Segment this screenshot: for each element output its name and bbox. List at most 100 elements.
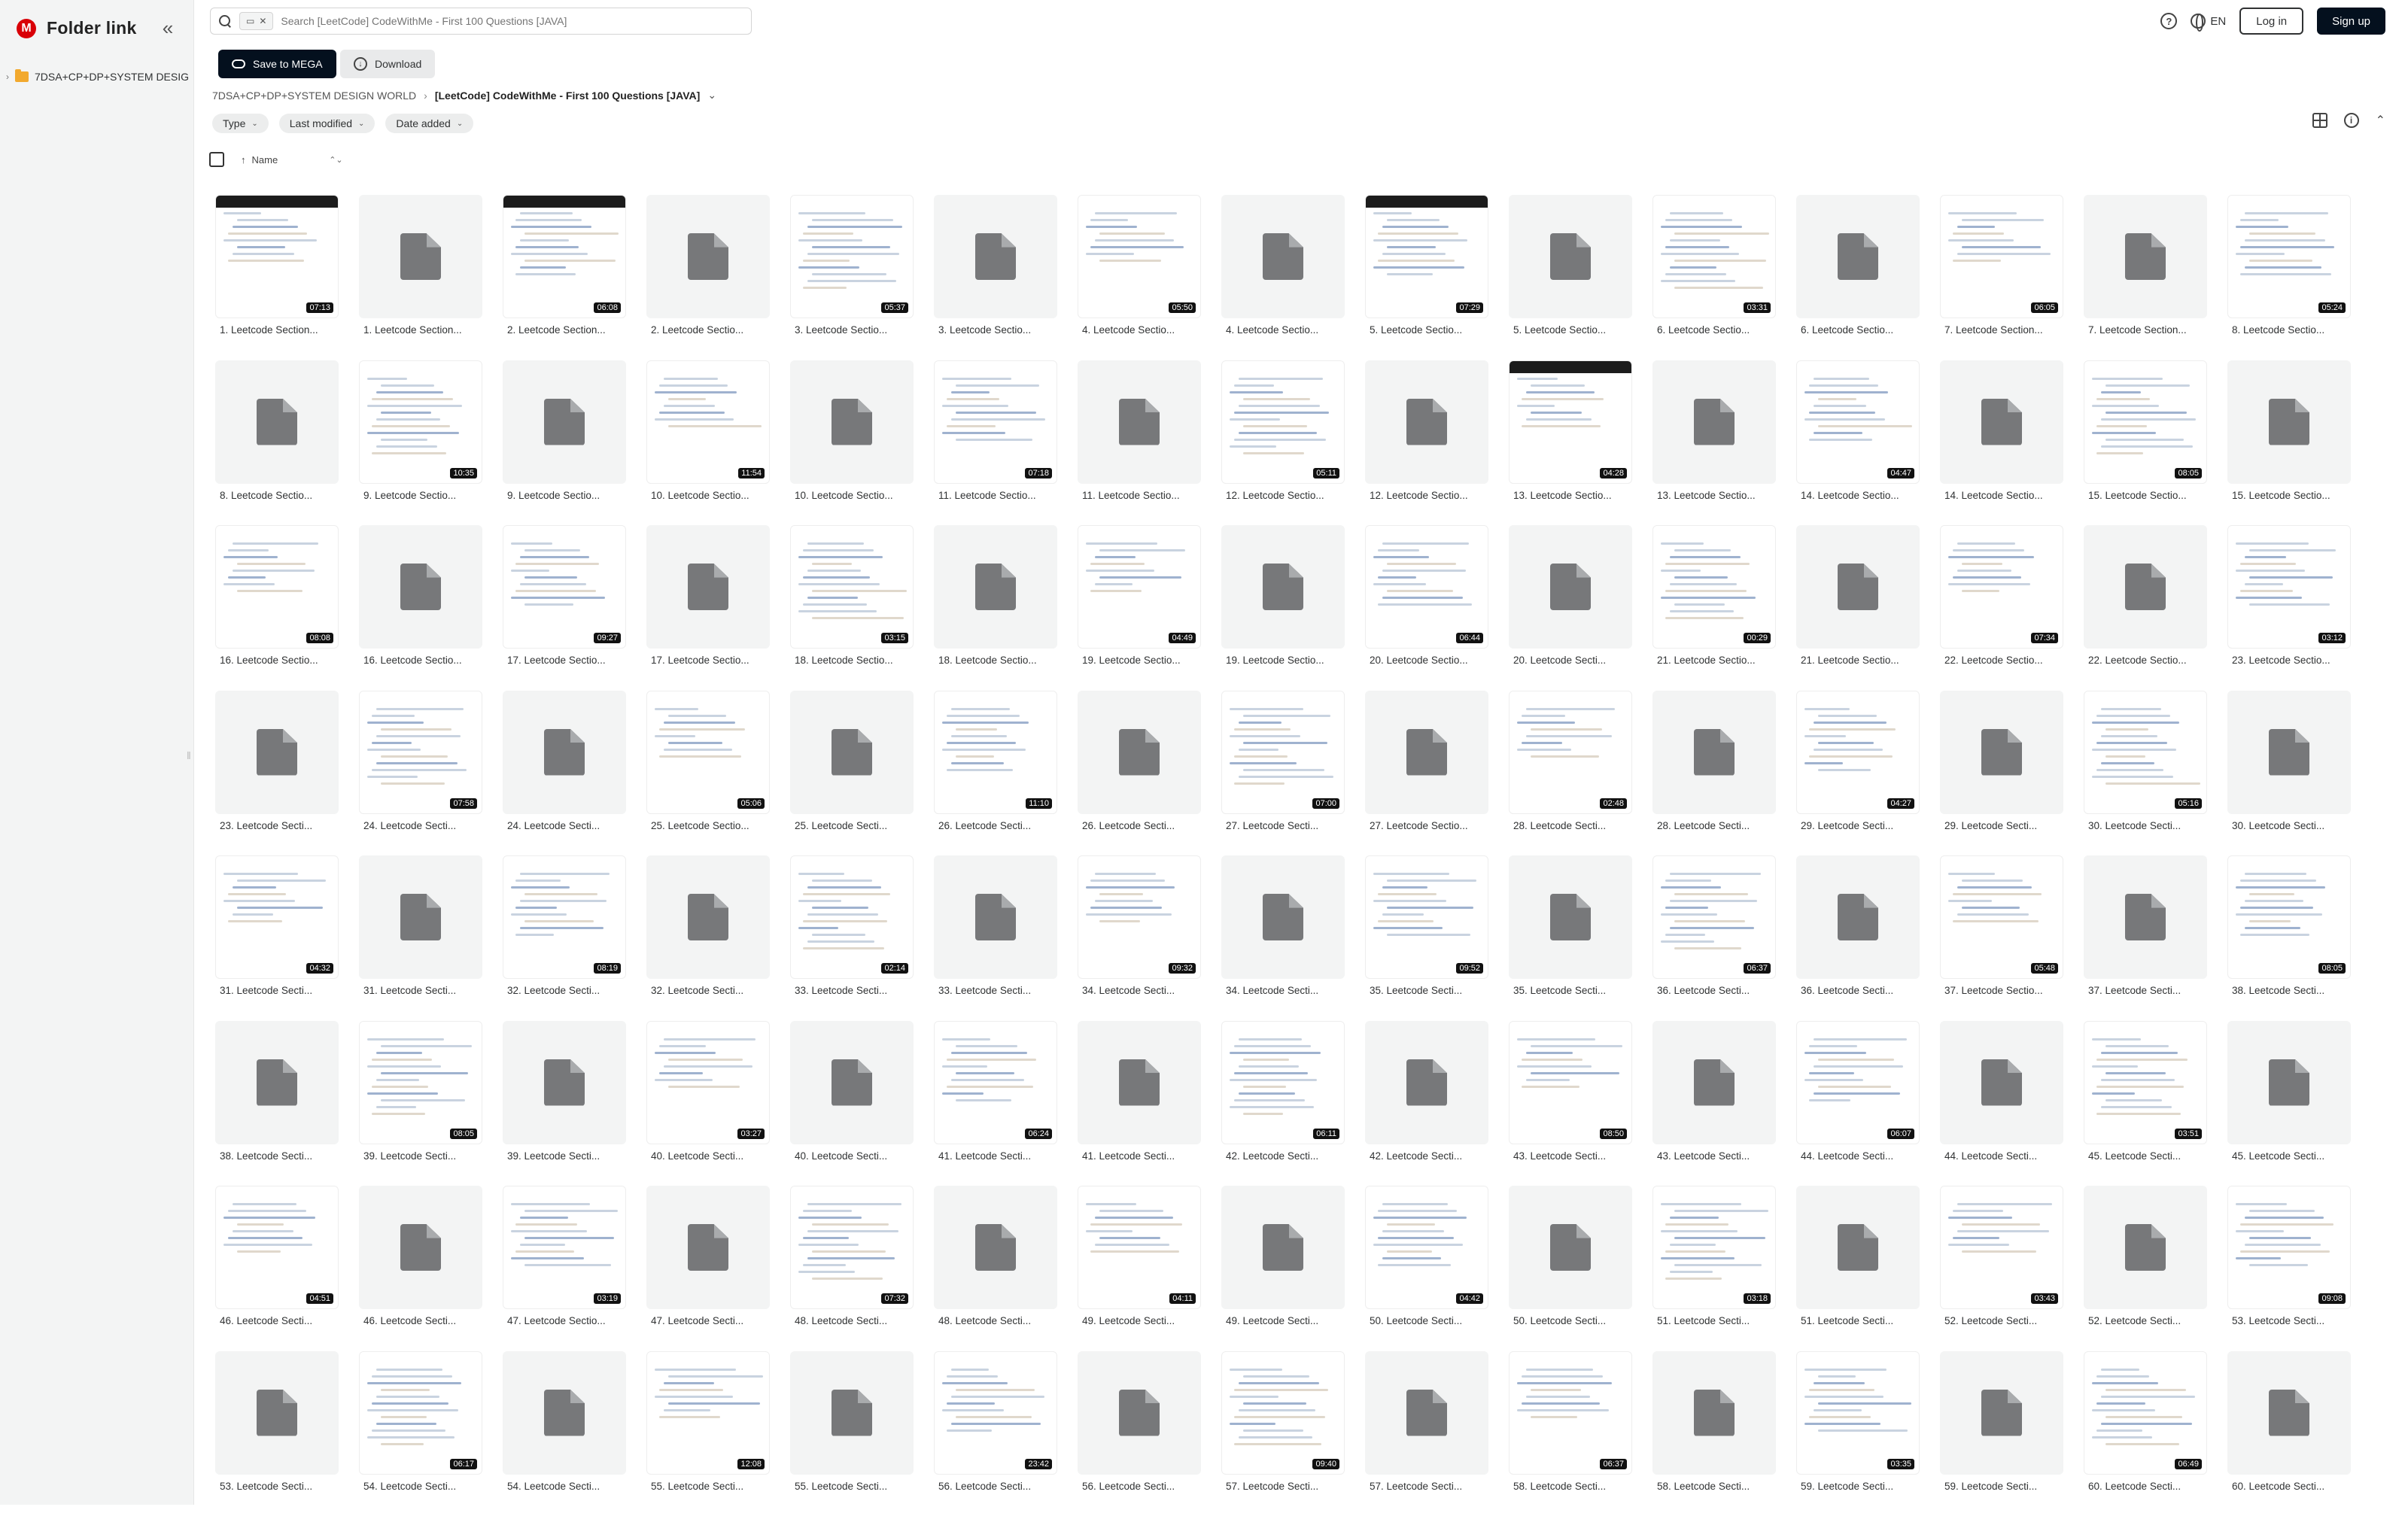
file-tile[interactable]: 22. Leetcode Sectio... [2084,525,2207,691]
info-icon[interactable]: i [2344,113,2359,128]
file-thumbnail[interactable] [359,195,482,318]
file-tile[interactable]: 60. Leetcode Secti... [2227,1351,2351,1516]
file-name[interactable]: 46. Leetcode Secti... [359,1315,482,1326]
video-thumbnail[interactable]: 07:00 [1221,691,1345,814]
file-name[interactable]: 16. Leetcode Sectio... [359,655,482,666]
video-tile[interactable]: 03:43 52. Leetcode Secti... [1940,1186,2063,1351]
file-name[interactable]: 9. Leetcode Sectio... [359,490,482,501]
file-tile[interactable]: 29. Leetcode Secti... [1940,691,2063,856]
file-name[interactable]: 60. Leetcode Secti... [2227,1481,2351,1492]
file-tile[interactable]: 41. Leetcode Secti... [1078,1021,1201,1186]
file-thumbnail[interactable] [215,360,339,484]
file-name[interactable]: 52. Leetcode Secti... [1940,1315,2063,1326]
file-thumbnail[interactable] [1940,1351,2063,1475]
file-thumbnail[interactable] [1940,691,2063,814]
file-thumbnail[interactable] [359,525,482,649]
video-tile[interactable]: 05:248. Leetcode Sectio... [2227,195,2351,360]
file-name[interactable]: 37. Leetcode Secti... [2084,985,2207,996]
file-name[interactable]: 21. Leetcode Sectio... [1652,655,1776,666]
file-name[interactable]: 22. Leetcode Sectio... [2084,655,2207,666]
video-thumbnail[interactable]: 09:52 [1365,855,1488,979]
video-thumbnail[interactable]: 06:17 [359,1351,482,1475]
file-thumbnail[interactable] [646,195,770,318]
video-thumbnail[interactable]: 00:29 [1652,525,1776,649]
video-tile[interactable]: 07:1811. Leetcode Sectio... [934,360,1057,526]
file-name[interactable]: 45. Leetcode Secti... [2227,1150,2351,1162]
file-tile[interactable]: 37. Leetcode Secti... [2084,855,2207,1021]
video-tile[interactable]: 08:0539. Leetcode Secti... [359,1021,482,1186]
file-name[interactable]: 1. Leetcode Section... [215,324,339,336]
video-tile[interactable]: 11:5410. Leetcode Sectio... [646,360,770,526]
file-tile[interactable]: 59. Leetcode Secti... [1940,1351,2063,1516]
file-name[interactable]: 49. Leetcode Secti... [1221,1315,1345,1326]
file-thumbnail[interactable] [790,1351,914,1475]
video-tile[interactable]: 06:057. Leetcode Section... [1940,195,2063,360]
file-name[interactable]: 30. Leetcode Secti... [2084,820,2207,831]
file-name[interactable]: 32. Leetcode Secti... [503,985,626,996]
file-thumbnail[interactable] [215,1021,339,1144]
video-tile[interactable]: 09:4057. Leetcode Secti... [1221,1351,1345,1516]
file-name[interactable]: 60. Leetcode Secti... [2084,1481,2207,1492]
file-thumbnail[interactable] [1940,360,2063,484]
video-tile[interactable]: 02:1433. Leetcode Secti... [790,855,914,1021]
video-thumbnail[interactable]: 08:05 [2084,360,2207,484]
video-tile[interactable]: 06:3736. Leetcode Secti... [1652,855,1776,1021]
video-thumbnail[interactable]: 02:14 [790,855,914,979]
video-tile[interactable]: 03:1947. Leetcode Sectio... [503,1186,626,1351]
file-name[interactable]: 40. Leetcode Secti... [646,1150,770,1162]
video-tile[interactable]: 04:2813. Leetcode Sectio... [1509,360,1632,526]
video-tile[interactable]: 04:4919. Leetcode Sectio... [1078,525,1201,691]
video-tile[interactable]: 06:0744. Leetcode Secti... [1796,1021,1920,1186]
file-name[interactable]: 31. Leetcode Secti... [359,985,482,996]
video-thumbnail[interactable]: 03:43 [1940,1186,2063,1309]
file-name[interactable]: 3. Leetcode Sectio... [790,324,914,336]
video-thumbnail[interactable]: 07:18 [934,360,1057,484]
file-thumbnail[interactable] [503,691,626,814]
video-thumbnail[interactable]: 10:35 [359,360,482,484]
file-tile[interactable]: 53. Leetcode Secti... [215,1351,339,1516]
file-name[interactable]: 44. Leetcode Secti... [1940,1150,2063,1162]
file-tile[interactable]: 25. Leetcode Secti... [790,691,914,856]
download-button[interactable]: ↓ Download [340,50,435,78]
video-tile[interactable]: 03:1851. Leetcode Secti... [1652,1186,1776,1351]
file-tile[interactable]: 5. Leetcode Sectio... [1509,195,1632,360]
video-tile[interactable]: 07:131. Leetcode Section... [215,195,339,360]
video-thumbnail[interactable]: 04:49 [1078,525,1201,649]
file-name[interactable]: 54. Leetcode Secti... [503,1481,626,1492]
file-name[interactable]: 14. Leetcode Sectio... [1940,490,2063,501]
file-thumbnail[interactable] [1078,1021,1201,1144]
help-icon[interactable]: ? [2160,13,2177,29]
file-thumbnail[interactable] [646,1186,770,1309]
file-name[interactable]: 20. Leetcode Secti... [1509,655,1632,666]
file-tile[interactable]: 57. Leetcode Secti... [1365,1351,1488,1516]
file-thumbnail[interactable] [790,1021,914,1144]
video-tile[interactable]: 08:0538. Leetcode Secti... [2227,855,2351,1021]
video-tile[interactable]: 00:29 21. Leetcode Sectio... [1652,525,1776,691]
file-name[interactable]: 32. Leetcode Secti... [646,985,770,996]
file-name[interactable]: 23. Leetcode Sectio... [2227,655,2351,666]
file-thumbnail[interactable] [2084,1186,2207,1309]
file-tile[interactable]: 48. Leetcode Secti... [934,1186,1057,1351]
video-tile[interactable]: 07:3248. Leetcode Secti... [790,1186,914,1351]
file-name[interactable]: 14. Leetcode Sectio... [1796,490,1920,501]
file-name[interactable]: 41. Leetcode Secti... [1078,1150,1201,1162]
file-tile[interactable]: 27. Leetcode Sectio... [1365,691,1488,856]
video-thumbnail[interactable]: 07:58 [359,691,482,814]
video-thumbnail[interactable]: 06:11 [1221,1021,1345,1144]
video-thumbnail[interactable]: 05:37 [790,195,914,318]
file-name[interactable]: 26. Leetcode Secti... [934,820,1057,831]
file-name[interactable]: 35. Leetcode Secti... [1365,985,1488,996]
file-thumbnail[interactable] [1509,525,1632,649]
breadcrumb-parent[interactable]: 7DSA+CP+DP+SYSTEM DESIGN WORLD [212,90,416,102]
file-tile[interactable]: 7. Leetcode Section... [2084,195,2207,360]
file-name[interactable]: 29. Leetcode Secti... [1940,820,2063,831]
file-thumbnail[interactable] [1796,855,1920,979]
file-thumbnail[interactable] [1221,855,1345,979]
video-tile[interactable]: 06:3758. Leetcode Secti... [1509,1351,1632,1516]
file-tile[interactable]: 10. Leetcode Sectio... [790,360,914,526]
file-name[interactable]: 50. Leetcode Secti... [1365,1315,1488,1326]
file-thumbnail[interactable] [1221,525,1345,649]
file-name[interactable]: 36. Leetcode Secti... [1652,985,1776,996]
file-tile[interactable]: 16. Leetcode Sectio... [359,525,482,691]
file-tile[interactable]: 12. Leetcode Sectio... [1365,360,1488,526]
